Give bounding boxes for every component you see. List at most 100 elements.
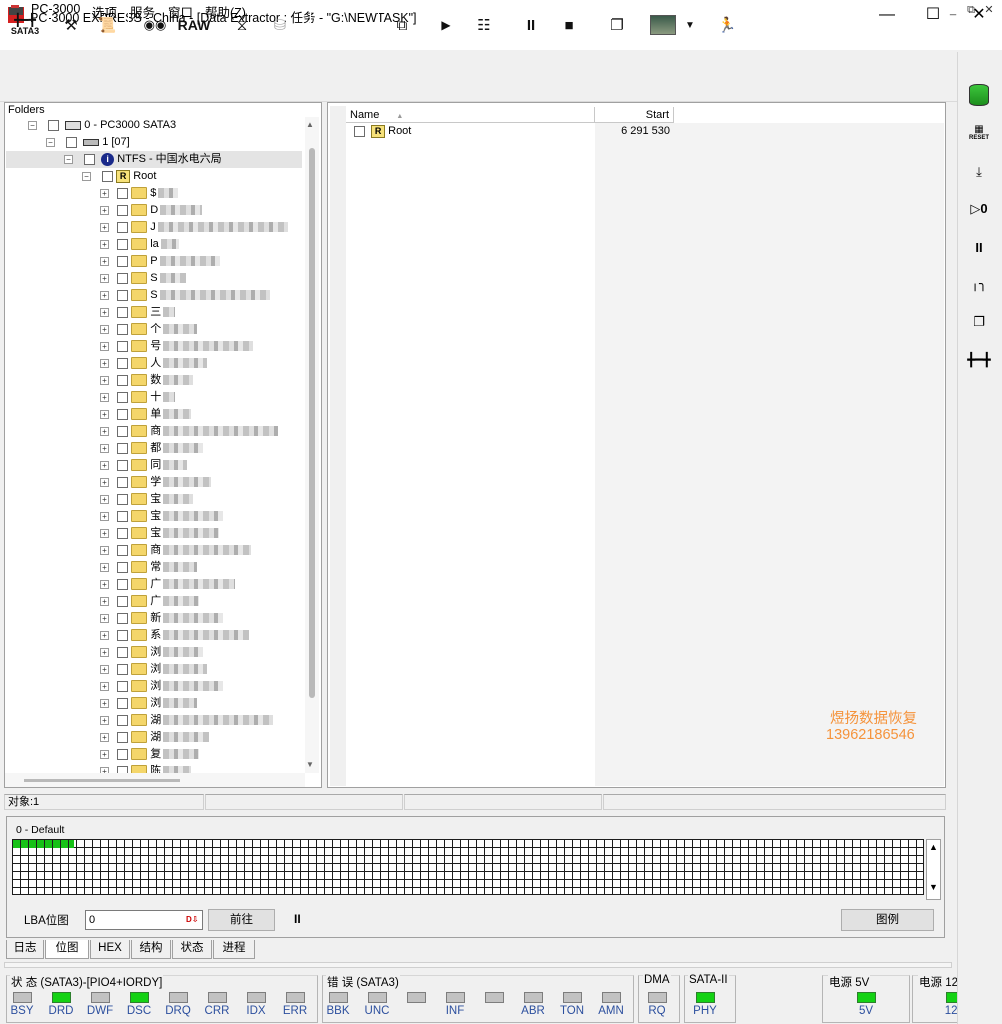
column-header-name[interactable]: Name ▲ [346, 107, 595, 123]
folder-checkbox[interactable] [117, 204, 129, 216]
folder-checkbox[interactable] [117, 510, 129, 522]
folder-row[interactable]: + 湖 [100, 729, 305, 746]
folder-row[interactable]: + 学 [100, 474, 305, 491]
folder-row[interactable]: + 广 [100, 576, 305, 593]
tab-state[interactable]: 状态 [172, 940, 212, 959]
folder-row[interactable]: + 常 [100, 559, 305, 576]
minimize-button[interactable]: — [864, 0, 910, 30]
side-pause-button[interactable]: II [962, 232, 996, 262]
folder-row[interactable]: + 三 [100, 304, 305, 321]
bitmap-scrollbar[interactable]: ▲ ▼ [926, 839, 941, 900]
expand-icon[interactable]: + [100, 647, 109, 657]
expand-icon[interactable]: + [100, 256, 109, 266]
folder-row[interactable]: + D [100, 202, 305, 219]
collapse-icon[interactable]: − [82, 171, 91, 181]
windows-button[interactable]: ❐ [600, 6, 634, 44]
collapse-icon[interactable]: − [46, 137, 55, 147]
folder-row[interactable]: + 号 [100, 338, 305, 355]
pause-icon[interactable]: II [294, 912, 301, 926]
expand-icon[interactable]: + [100, 409, 109, 419]
folder-checkbox[interactable] [117, 187, 129, 199]
pause-button[interactable]: II [516, 6, 546, 44]
tab-hex[interactable]: HEX [90, 940, 130, 959]
sata3-port-button[interactable]: ╋━╋ SATA3 [6, 6, 44, 44]
folder-checkbox[interactable] [117, 731, 129, 743]
folder-row[interactable]: + 宝 [100, 525, 305, 542]
folder-row[interactable]: + 系 [100, 627, 305, 644]
folder-checkbox[interactable] [117, 323, 129, 335]
folder-checkbox[interactable] [117, 272, 129, 284]
folder-checkbox[interactable] [117, 425, 129, 437]
folder-row[interactable]: + la [100, 236, 305, 253]
expand-icon[interactable]: + [100, 273, 109, 283]
collapse-icon[interactable]: − [64, 154, 73, 164]
expand-icon[interactable]: + [100, 392, 109, 402]
folder-checkbox[interactable] [117, 629, 129, 641]
expand-icon[interactable]: + [100, 511, 109, 521]
script-button[interactable]: 📜 [92, 6, 122, 44]
expand-icon[interactable]: + [100, 426, 109, 436]
scroll-down-icon[interactable]: ▼ [927, 882, 940, 892]
folder-row[interactable]: + 宝 [100, 491, 305, 508]
expand-icon[interactable]: + [100, 732, 109, 742]
expand-icon[interactable]: + [100, 341, 109, 351]
expand-icon[interactable]: + [100, 664, 109, 674]
expand-icon[interactable]: + [100, 239, 109, 249]
expand-icon[interactable]: + [100, 477, 109, 487]
folder-checkbox[interactable] [117, 391, 129, 403]
node-checkbox[interactable] [102, 170, 114, 182]
scroll-down-icon[interactable]: ▼ [306, 760, 314, 769]
folder-row[interactable]: + 复 [100, 746, 305, 763]
folder-checkbox[interactable] [117, 357, 129, 369]
folder-row[interactable]: + 商 [100, 423, 305, 440]
database-button[interactable] [962, 80, 996, 110]
folder-checkbox[interactable] [117, 595, 129, 607]
expand-icon[interactable]: + [100, 528, 109, 538]
folder-row[interactable]: + S [100, 287, 305, 304]
mdi-minimize-button[interactable]: _ [946, 3, 960, 17]
filter-button[interactable]: ⧖ [226, 6, 258, 44]
scroll-up-icon[interactable]: ▲ [927, 842, 940, 852]
probe-button[interactable]: ⤓ [962, 157, 996, 187]
folder-row[interactable]: + 十 [100, 389, 305, 406]
expand-icon[interactable]: + [100, 443, 109, 453]
folder-checkbox[interactable] [117, 646, 129, 658]
expand-icon[interactable]: + [100, 188, 109, 198]
folder-row[interactable]: + 浏 [100, 644, 305, 661]
column-header-start[interactable]: Start [595, 107, 674, 123]
tab-bitmap[interactable]: 位图 [45, 940, 89, 959]
expand-icon[interactable]: + [100, 613, 109, 623]
tree-vertical-scroll-thumb[interactable] [309, 148, 315, 698]
folder-checkbox[interactable] [117, 255, 129, 267]
folder-row[interactable]: + $ [100, 185, 305, 202]
expand-icon[interactable]: + [100, 307, 109, 317]
folder-row[interactable]: + 都 [100, 440, 305, 457]
folder-row[interactable]: + 湖 [100, 712, 305, 729]
tree-structure-button[interactable]: ☷ [466, 6, 502, 44]
exit-button[interactable]: 🏃 [712, 6, 742, 44]
expand-icon[interactable]: + [100, 596, 109, 606]
folder-row[interactable]: + P [100, 253, 305, 270]
cable-button[interactable]: ╋━╋ [962, 345, 996, 375]
folder-row[interactable]: + 单 [100, 406, 305, 423]
mdi-restore-button[interactable]: ⧉ [964, 3, 978, 17]
expand-icon[interactable]: + [100, 460, 109, 470]
folder-checkbox[interactable] [117, 442, 129, 454]
node-checkbox[interactable] [84, 153, 96, 165]
lba-go-icon[interactable]: D⇩ [186, 915, 198, 924]
folder-checkbox[interactable] [117, 289, 129, 301]
folder-row[interactable]: + 广 [100, 593, 305, 610]
tree-node-disk[interactable]: − 1 [07] [46, 134, 130, 151]
folder-checkbox[interactable] [117, 374, 129, 386]
expand-icon[interactable]: + [100, 324, 109, 334]
mdi-close-button[interactable]: ✕ [982, 3, 996, 17]
split-button[interactable]: ╷╮ [962, 269, 996, 299]
tab-structure[interactable]: 结构 [131, 940, 171, 959]
copy-close-button[interactable]: ❐ [962, 307, 996, 337]
folder-checkbox[interactable] [117, 238, 129, 250]
folder-row[interactable]: + 浏 [100, 695, 305, 712]
folder-checkbox[interactable] [117, 544, 129, 556]
tree-node-partition[interactable]: − i NTFS - 中国水电六局 [6, 151, 302, 168]
folder-checkbox[interactable] [117, 221, 129, 233]
expand-icon[interactable]: + [100, 681, 109, 691]
